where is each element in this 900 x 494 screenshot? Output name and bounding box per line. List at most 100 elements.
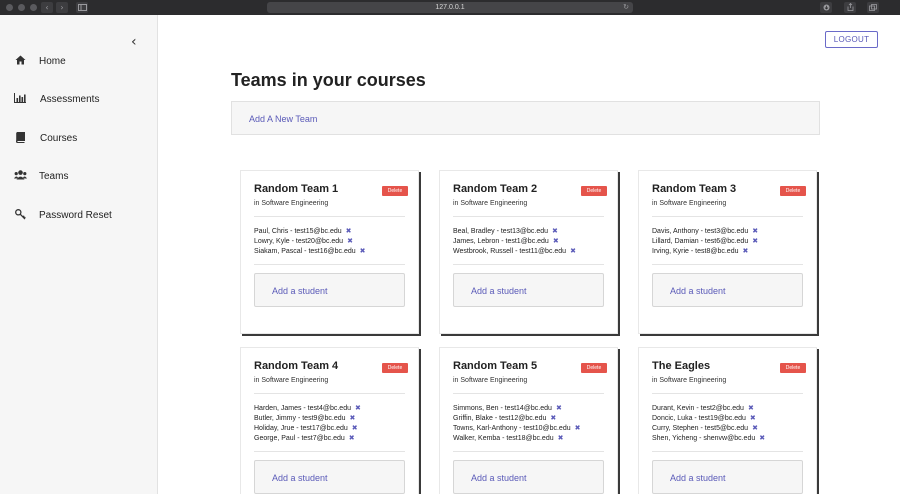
collapse-sidebar-icon[interactable]: ‹ bbox=[131, 34, 137, 50]
add-student-button[interactable]: Add a student bbox=[453, 460, 604, 494]
delete-team-button[interactable]: Delete bbox=[780, 363, 806, 373]
sidebar-toggle-icon[interactable] bbox=[76, 2, 88, 13]
member-label: Westbrook, Russell - test11@bc.edu bbox=[453, 248, 567, 255]
member-list: Durant, Kevin - test2@bc.edu ✖ Doncic, Luk… bbox=[652, 403, 765, 443]
member-label: Shen, Yicheng - shenvw@bc.edu bbox=[652, 435, 756, 442]
home-icon bbox=[14, 55, 26, 67]
add-student-label: Add a student bbox=[272, 286, 328, 296]
team-card: Random Team 3 Delete in Software Engineeri… bbox=[638, 170, 817, 334]
member-item: Towns, Karl-Anthony - test10@bc.edu ✖ bbox=[453, 423, 580, 433]
member-item: Westbrook, Russell - test11@bc.edu ✖ bbox=[453, 246, 576, 256]
window-close-dot[interactable] bbox=[6, 4, 13, 11]
address-bar[interactable]: 127.0.0.1 ↻ bbox=[267, 2, 633, 13]
member-label: Paul, Chris - test15@bc.edu bbox=[254, 228, 342, 235]
member-list: Davis, Anthony - test3@bc.edu ✖ Lillard, D… bbox=[652, 226, 758, 256]
member-label: James, Lebron - test1@bc.edu bbox=[453, 238, 549, 245]
team-card: Random Team 5 Delete in Software Engineeri… bbox=[439, 347, 618, 494]
divider bbox=[652, 216, 803, 217]
sidebar-item-label: Password Reset bbox=[39, 209, 112, 221]
member-item: Siakam, Pascal - test16@bc.edu ✖ bbox=[254, 246, 366, 256]
member-label: Simmons, Ben - test14@bc.edu bbox=[453, 405, 552, 412]
member-label: Lowry, Kyle - test20@bc.edu bbox=[254, 238, 344, 245]
add-team-panel: Add A New Team bbox=[231, 101, 820, 135]
member-label: Butler, Jimmy - test9@bc.edu bbox=[254, 415, 346, 422]
remove-member-icon[interactable]: ✖ bbox=[575, 424, 581, 432]
sidebar-item-label: Courses bbox=[40, 132, 78, 144]
remove-member-icon[interactable]: ✖ bbox=[750, 414, 756, 422]
add-team-link[interactable]: Add A New Team bbox=[249, 114, 317, 124]
remove-member-icon[interactable]: ✖ bbox=[350, 414, 356, 422]
add-student-button[interactable]: Add a student bbox=[652, 273, 803, 307]
add-student-button[interactable]: Add a student bbox=[453, 273, 604, 307]
add-student-button[interactable]: Add a student bbox=[254, 460, 405, 494]
sidebar-item-courses[interactable]: Courses bbox=[14, 128, 77, 148]
share-icon[interactable] bbox=[844, 2, 856, 13]
sidebar-item-label: Assessments bbox=[40, 93, 100, 105]
team-course: in Software Engineering bbox=[254, 200, 329, 207]
remove-member-icon[interactable]: ✖ bbox=[360, 247, 366, 255]
remove-member-icon[interactable]: ✖ bbox=[759, 434, 765, 442]
team-course: in Software Engineering bbox=[453, 200, 528, 207]
sidebar-item-label: Teams bbox=[39, 170, 69, 182]
remove-member-icon[interactable]: ✖ bbox=[748, 404, 754, 412]
sidebar-item-assessments[interactable]: Assessments bbox=[14, 89, 99, 109]
add-student-button[interactable]: Add a student bbox=[254, 273, 405, 307]
window-minimize-dot[interactable] bbox=[18, 4, 25, 11]
remove-member-icon[interactable]: ✖ bbox=[752, 424, 758, 432]
delete-team-button[interactable]: Delete bbox=[780, 186, 806, 196]
member-item: Holiday, Jrue - test17@bc.edu ✖ bbox=[254, 423, 361, 433]
team-course: in Software Engineering bbox=[453, 377, 528, 384]
delete-team-button[interactable]: Delete bbox=[581, 186, 607, 196]
remove-member-icon[interactable]: ✖ bbox=[556, 404, 562, 412]
remove-member-icon[interactable]: ✖ bbox=[355, 404, 361, 412]
member-item: Walker, Kemba - test18@bc.edu ✖ bbox=[453, 433, 580, 443]
forward-icon[interactable]: › bbox=[56, 2, 68, 13]
remove-member-icon[interactable]: ✖ bbox=[349, 434, 355, 442]
member-item: Shen, Yicheng - shenvw@bc.edu ✖ bbox=[652, 433, 765, 443]
remove-member-icon[interactable]: ✖ bbox=[352, 424, 358, 432]
member-list: Simmons, Ben - test14@bc.edu ✖ Griffin, Bl… bbox=[453, 403, 580, 443]
remove-member-icon[interactable]: ✖ bbox=[550, 414, 556, 422]
member-label: Walker, Kemba - test18@bc.edu bbox=[453, 435, 554, 442]
member-item: James, Lebron - test1@bc.edu ✖ bbox=[453, 236, 576, 246]
remove-member-icon[interactable]: ✖ bbox=[570, 247, 576, 255]
window-zoom-dot[interactable] bbox=[30, 4, 37, 11]
remove-member-icon[interactable]: ✖ bbox=[752, 227, 758, 235]
member-item: Griffin, Blake - test12@bc.edu ✖ bbox=[453, 413, 580, 423]
divider bbox=[254, 393, 405, 394]
divider bbox=[453, 264, 604, 265]
remove-member-icon[interactable]: ✖ bbox=[752, 237, 758, 245]
download-icon[interactable] bbox=[820, 2, 832, 13]
team-card: Random Team 2 Delete in Software Engineeri… bbox=[439, 170, 618, 334]
member-item: Lowry, Kyle - test20@bc.edu ✖ bbox=[254, 236, 366, 246]
sidebar-item-teams[interactable]: Teams bbox=[14, 166, 68, 186]
member-item: Davis, Anthony - test3@bc.edu ✖ bbox=[652, 226, 758, 236]
member-item: Beal, Bradley - test13@bc.edu ✖ bbox=[453, 226, 576, 236]
remove-member-icon[interactable]: ✖ bbox=[553, 237, 559, 245]
delete-team-button[interactable]: Delete bbox=[382, 363, 408, 373]
member-item: Irving, Kyrie - test8@bc.edu ✖ bbox=[652, 246, 758, 256]
divider bbox=[453, 393, 604, 394]
tabs-overview-icon[interactable] bbox=[867, 2, 879, 13]
remove-member-icon[interactable]: ✖ bbox=[346, 227, 352, 235]
delete-team-button[interactable]: Delete bbox=[581, 363, 607, 373]
member-item: Doncic, Luka - test19@bc.edu ✖ bbox=[652, 413, 765, 423]
add-student-button[interactable]: Add a student bbox=[652, 460, 803, 494]
remove-member-icon[interactable]: ✖ bbox=[742, 247, 748, 255]
delete-team-button[interactable]: Delete bbox=[382, 186, 408, 196]
browser-toolbar: ‹ › 127.0.0.1 ↻ bbox=[0, 0, 900, 15]
member-label: Griffin, Blake - test12@bc.edu bbox=[453, 415, 547, 422]
sidebar: ‹ Home Assessments Courses Teams Passwor… bbox=[0, 15, 158, 494]
divider bbox=[254, 451, 405, 452]
sidebar-item-home[interactable]: Home bbox=[14, 51, 66, 71]
sidebar-item-password-reset[interactable]: Password Reset bbox=[14, 205, 112, 225]
member-label: George, Paul - test7@bc.edu bbox=[254, 435, 345, 442]
remove-member-icon[interactable]: ✖ bbox=[347, 237, 353, 245]
bar-chart-icon bbox=[14, 93, 26, 105]
reload-icon[interactable]: ↻ bbox=[623, 2, 629, 13]
back-icon[interactable]: ‹ bbox=[41, 2, 53, 13]
remove-member-icon[interactable]: ✖ bbox=[558, 434, 564, 442]
member-label: Lillard, Damian - test6@bc.edu bbox=[652, 238, 749, 245]
logout-button[interactable]: LOGOUT bbox=[825, 31, 878, 48]
remove-member-icon[interactable]: ✖ bbox=[552, 227, 558, 235]
